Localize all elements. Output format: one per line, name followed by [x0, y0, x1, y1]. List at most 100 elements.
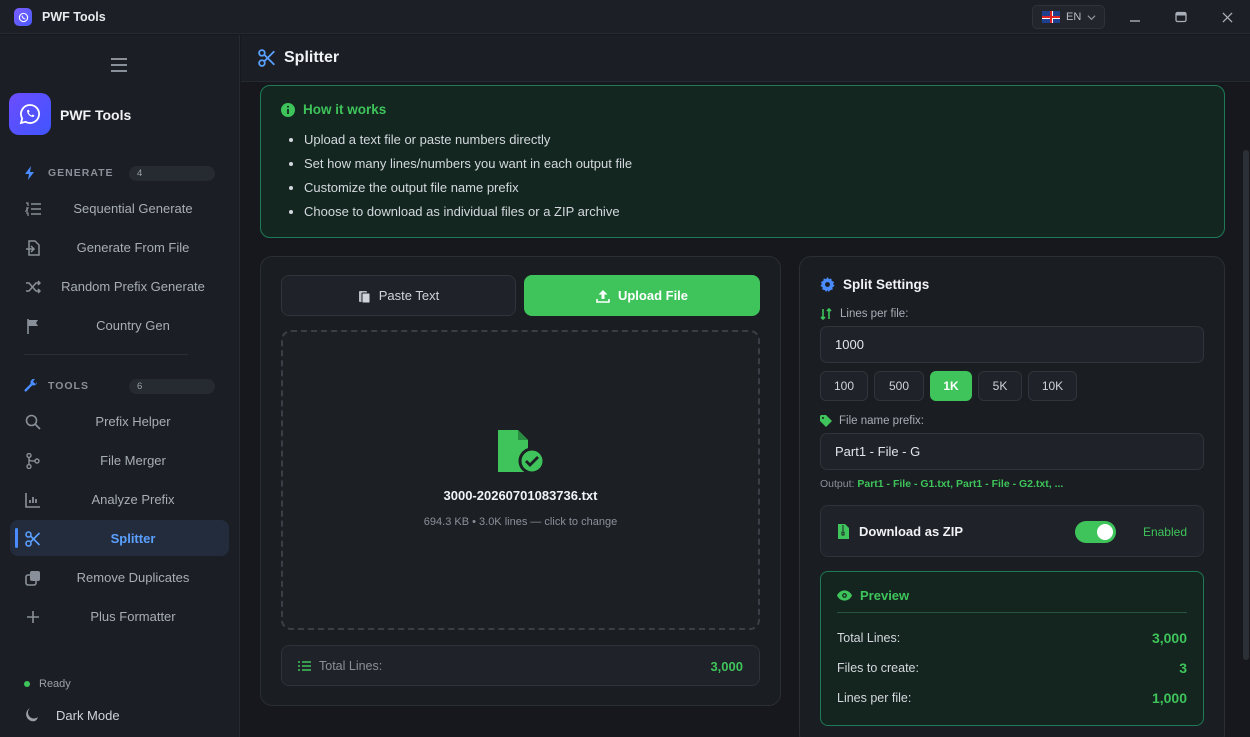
maximize-icon	[1175, 11, 1187, 23]
lines-per-file-input[interactable]: 1000	[820, 326, 1204, 363]
file-prefix-text: File name prefix:	[839, 415, 925, 427]
chart-icon	[25, 493, 40, 508]
lines-per-file-text: Lines per file:	[840, 308, 909, 320]
tab-paste-text[interactable]: Paste Text	[281, 275, 516, 316]
preview-value: 3,000	[1151, 630, 1187, 646]
list-item: Customize the output file name prefix	[304, 179, 632, 203]
file-import-icon	[26, 240, 40, 256]
sidebar-item-label: Generate From File	[76, 239, 190, 255]
file-check-icon	[498, 430, 546, 475]
how-it-works-list: Upload a text file or paste numbers dire…	[304, 131, 632, 227]
preview-row-lines-per-file: Lines per file: 1,000	[837, 690, 1187, 706]
list-item: Upload a text file or paste numbers dire…	[304, 131, 632, 155]
sidebar-item-plus-formatter[interactable]: Plus Formatter	[10, 598, 229, 634]
preset-500-button[interactable]: 500	[874, 371, 924, 401]
scissors-icon	[258, 49, 275, 67]
tab-paste-label: Paste Text	[378, 288, 440, 303]
preview-row-files-to-create: Files to create: 3	[837, 660, 1187, 676]
preset-5k-button[interactable]: 5K	[978, 371, 1022, 401]
menu-toggle-button[interactable]	[110, 57, 128, 76]
preview-title: Preview	[860, 588, 910, 603]
language-selector[interactable]: EN	[1032, 5, 1105, 29]
sidebar-item-prefix-helper[interactable]: Prefix Helper	[10, 403, 229, 439]
dark-mode-toggle[interactable]: Dark Mode	[24, 707, 120, 723]
hamburger-icon	[111, 58, 127, 72]
status-text: Ready	[39, 678, 71, 690]
zip-file-icon	[838, 524, 849, 539]
sidebar-item-label: Sequential Generate	[73, 200, 193, 216]
sidebar-item-label: Random Prefix Generate	[61, 278, 205, 294]
title-bar: PWF Tools EN	[0, 0, 1250, 34]
download-zip-label: Download as ZIP	[859, 524, 964, 539]
close-button[interactable]	[1218, 8, 1236, 26]
sort-icon	[820, 308, 832, 320]
minimize-button[interactable]	[1126, 8, 1144, 26]
how-it-works-title: How it works	[303, 102, 387, 117]
preview-divider	[837, 612, 1187, 613]
file-prefix-input[interactable]: Part1 - File - G	[820, 433, 1204, 470]
list-ordered-icon	[25, 202, 41, 216]
sidebar-item-generate-from-file[interactable]: Generate From File	[10, 229, 229, 265]
preset-10k-button[interactable]: 10K	[1028, 371, 1077, 401]
sidebar-item-country-gen[interactable]: Country Gen	[10, 307, 229, 343]
preset-1k-button[interactable]: 1K	[930, 371, 972, 401]
chevron-down-icon	[1087, 14, 1096, 20]
minimize-icon	[1130, 20, 1140, 22]
sidebar-item-analyze-prefix[interactable]: Analyze Prefix	[10, 481, 229, 517]
sidebar-item-random-prefix-generate[interactable]: Random Prefix Generate	[10, 268, 229, 304]
whatsapp-icon	[19, 104, 40, 125]
section-tools-label: TOOLS	[48, 380, 89, 392]
shuffle-icon	[26, 280, 41, 294]
sidebar-item-label: Prefix Helper	[95, 413, 171, 429]
total-lines-label: Total Lines:	[319, 659, 383, 673]
app-logo-icon	[14, 8, 32, 26]
how-it-works-panel: How it works Upload a text file or paste…	[260, 85, 1225, 238]
download-zip-toggle[interactable]	[1075, 521, 1116, 543]
sidebar-item-splitter[interactable]: Splitter	[10, 520, 229, 556]
list-icon	[298, 661, 311, 671]
output-label: Output:	[820, 478, 855, 490]
brand-name: PWF Tools	[60, 107, 132, 123]
sidebar-item-label: Country Gen	[96, 317, 170, 333]
list-item: Set how many lines/numbers you want in e…	[304, 155, 632, 179]
page-title: Splitter	[284, 49, 340, 66]
eye-icon	[837, 590, 852, 601]
sidebar-item-sequential-generate[interactable]: Sequential Generate	[10, 190, 229, 226]
sidebar: PWF Tools GENERATE 4 Sequential Generate…	[0, 35, 240, 737]
section-generate-label: GENERATE	[48, 167, 114, 179]
page-header: Splitter	[241, 35, 1250, 82]
sidebar-item-label: File Merger	[100, 452, 166, 468]
sidebar-divider	[24, 354, 188, 355]
language-label: EN	[1066, 11, 1082, 23]
uploaded-file-name: 3000-20260701083736.txt	[443, 488, 598, 503]
bolt-icon	[25, 166, 34, 180]
download-zip-status: Enabled	[1142, 525, 1187, 539]
brand-logo	[9, 93, 51, 135]
maximize-button[interactable]	[1172, 8, 1190, 26]
upload-icon	[596, 289, 610, 303]
list-item: Choose to download as individual files o…	[304, 203, 632, 227]
section-tools: TOOLS 6	[24, 378, 215, 394]
preview-value: 1,000	[1151, 690, 1187, 706]
status-indicator: Ready	[24, 678, 71, 690]
tab-upload-file[interactable]: Upload File	[524, 275, 760, 316]
preview-label: Lines per file:	[837, 691, 912, 705]
search-icon	[25, 414, 41, 430]
preset-100-button[interactable]: 100	[820, 371, 868, 401]
tab-upload-label: Upload File	[617, 288, 689, 303]
sidebar-item-remove-duplicates[interactable]: Remove Duplicates	[10, 559, 229, 595]
clipboard-icon	[358, 290, 371, 303]
sidebar-item-file-merger[interactable]: File Merger	[10, 442, 229, 478]
lines-per-file-label: Lines per file:	[820, 308, 908, 320]
copy-icon	[25, 571, 40, 586]
flag-icon	[27, 319, 38, 334]
sidebar-item-label: Plus Formatter	[90, 608, 176, 624]
main-scrollbar[interactable]	[1243, 150, 1249, 660]
dark-mode-label: Dark Mode	[56, 707, 120, 723]
preview-value: 3	[1179, 660, 1187, 676]
total-lines-value: 3,000	[710, 659, 743, 674]
status-dot	[24, 681, 30, 687]
file-drop-zone[interactable]: 3000-20260701083736.txt 694.3 KB • 3.0K …	[281, 330, 760, 630]
gear-icon	[820, 277, 835, 292]
file-prefix-label: File name prefix:	[820, 415, 924, 427]
